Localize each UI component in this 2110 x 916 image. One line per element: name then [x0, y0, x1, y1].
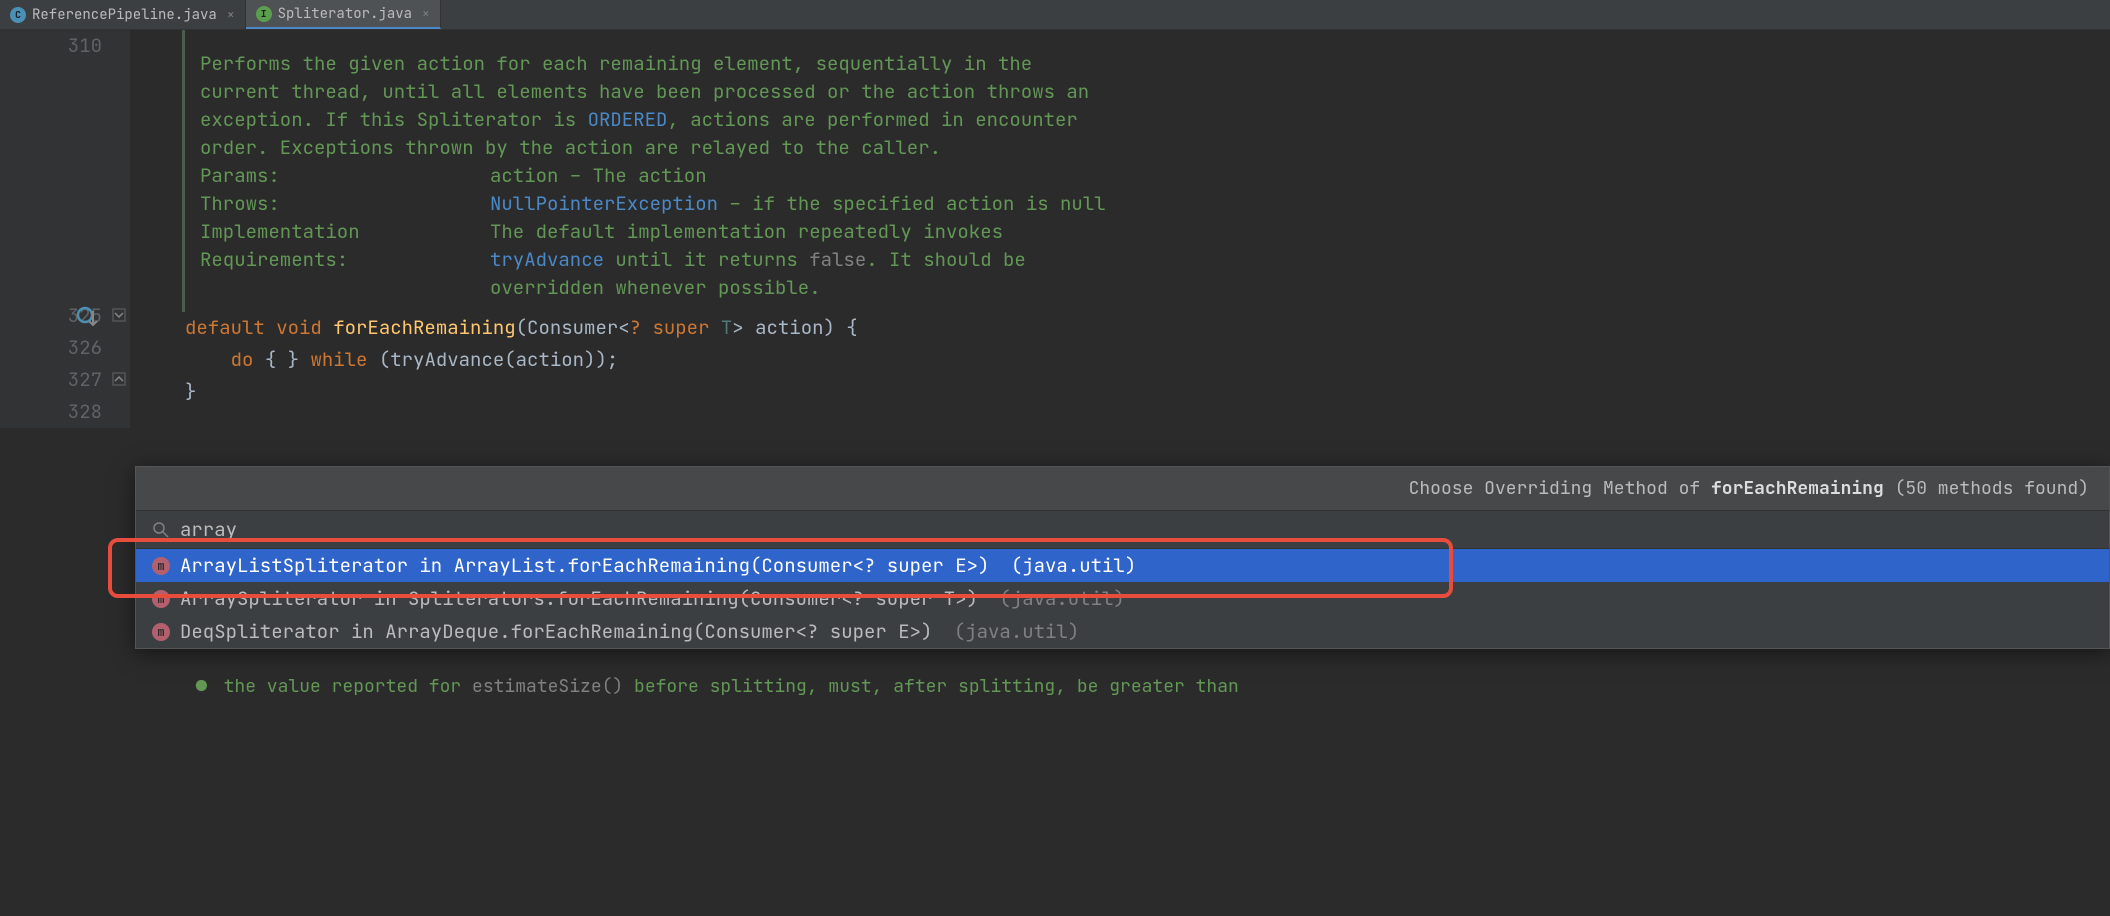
line-number: 326	[0, 332, 102, 364]
code-line-325[interactable]: default void forEachRemaining(Consumer<?…	[185, 312, 2110, 344]
popup-list: m ArrayListSpliterator in ArrayList.forE…	[136, 549, 2109, 648]
search-input[interactable]	[180, 517, 2093, 542]
fold-collapse-icon[interactable]	[112, 308, 126, 322]
doc-impl-label: Implementation Requirements:	[200, 218, 490, 302]
method-icon: m	[152, 623, 170, 641]
javadoc-continued: ● the value reported for estimateSize() …	[196, 675, 1239, 698]
doc-link-tryadvance[interactable]: tryAdvance	[490, 247, 604, 272]
line-number: 327	[0, 364, 102, 396]
code-content[interactable]: Performs the given action for each remai…	[130, 30, 2110, 428]
method-icon: m	[152, 557, 170, 575]
doc-params-text: action – The action	[490, 162, 707, 190]
doc-throws-text: – if the specified action is null	[718, 191, 1106, 216]
popup-item-arrayspliterator[interactable]: m ArraySpliterator in Spliterators.forEa…	[136, 582, 2109, 615]
close-icon[interactable]: ×	[227, 6, 235, 23]
javadoc-rendered: Performs the given action for each remai…	[182, 30, 2110, 312]
bullet-icon: ●	[196, 675, 207, 698]
code-line-327[interactable]: }	[185, 376, 2110, 408]
editor-area[interactable]: 310 325 326 327 328 Performs the given a…	[0, 30, 2110, 428]
line-gutter: 310 325 326 327 328	[0, 30, 110, 428]
popup-item-deqspliterator[interactable]: m DeqSpliterator in ArrayDeque.forEachRe…	[136, 615, 2109, 648]
editor-tabs: C ReferencePipeline.java × I Spliterator…	[0, 0, 2110, 30]
choose-overriding-popup: Choose Overriding Method of forEachRemai…	[135, 466, 2110, 649]
popup-title: Choose Overriding Method of forEachRemai…	[136, 467, 2109, 511]
method-icon: m	[152, 590, 170, 608]
gutter-icons	[110, 30, 130, 428]
popup-search-row	[136, 511, 2109, 549]
close-icon[interactable]: ×	[422, 5, 430, 22]
tab-reference-pipeline[interactable]: C ReferencePipeline.java ×	[0, 0, 246, 29]
line-number: 310	[0, 30, 102, 62]
line-number: 328	[0, 396, 102, 428]
code-line-326[interactable]: do { } while (tryAdvance(action));	[185, 344, 2110, 376]
tab-label: Spliterator.java	[278, 5, 412, 23]
tab-spliterator[interactable]: I Spliterator.java ×	[246, 0, 441, 29]
popup-item-arraylistspliterator[interactable]: m ArrayListSpliterator in ArrayList.forE…	[136, 549, 2109, 582]
doc-throws-label: Throws:	[200, 190, 490, 218]
doc-code-false: false	[809, 247, 866, 272]
doc-link-npe[interactable]: NullPointerException	[490, 191, 718, 216]
override-gutter-icon[interactable]	[75, 305, 99, 329]
class-icon: C	[10, 7, 26, 23]
interface-icon: I	[256, 6, 272, 22]
search-icon	[152, 521, 170, 539]
doc-impl-text: The default implementation repeatedly in…	[490, 219, 1003, 244]
doc-impl-text: until it returns	[604, 247, 809, 272]
doc-link-ordered[interactable]: ORDERED	[588, 107, 668, 132]
fold-expand-icon[interactable]	[112, 372, 126, 386]
tab-label: ReferencePipeline.java	[32, 6, 217, 24]
doc-params-label: Params:	[200, 162, 490, 190]
